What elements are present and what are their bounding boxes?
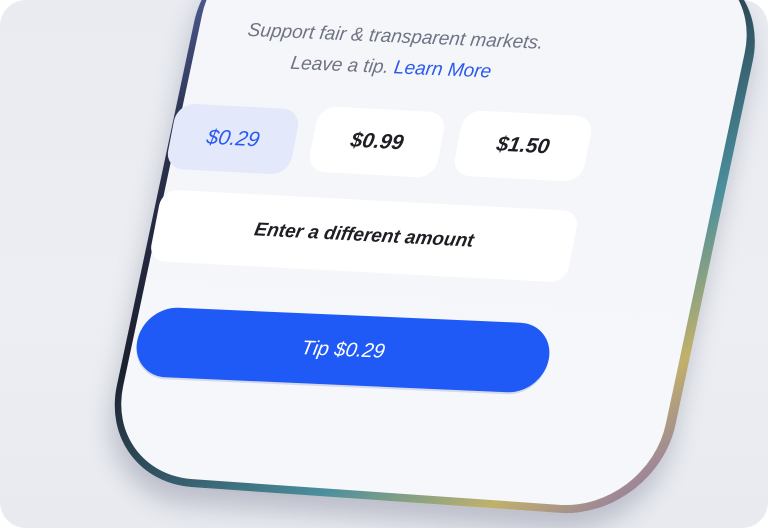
tip-option-chip[interactable]: $1.50 [451,109,595,183]
background-card: Support fair & transparent markets. Leav… [0,0,768,528]
learn-more-link[interactable]: Learn More [393,57,493,82]
custom-amount-button[interactable]: Enter a different amount [148,189,580,283]
tip-submit-button[interactable]: Tip $0.29 [130,306,556,394]
tip-panel: Support fair & transparent markets. Leav… [0,0,768,528]
tip-option-chip[interactable]: $0.29 [164,103,302,175]
tip-description: Support fair & transparent markets. Leav… [219,14,568,90]
tip-option-chip[interactable]: $0.99 [306,105,448,179]
subtitle-prefix: Leave a tip. [289,52,391,79]
